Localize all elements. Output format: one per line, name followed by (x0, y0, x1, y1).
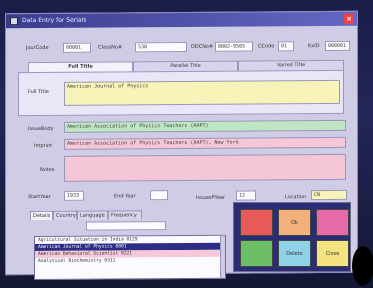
issues-per-year-field[interactable]: 12 (236, 190, 256, 201)
kx-id-label: KxID (308, 43, 320, 50)
action-button-panel: Ok Delete Close (233, 202, 351, 272)
tab-language[interactable]: Language (77, 210, 108, 220)
end-year-label: End Year (114, 193, 136, 200)
serials-list[interactable]: Agricultural Situation in India 0129 Ame… (34, 234, 226, 281)
full-title-label: Full Title (28, 88, 49, 96)
notes-label: Notes (40, 166, 55, 173)
start-year-field[interactable]: 1933 (64, 190, 84, 201)
delete-button[interactable]: Delete (278, 240, 311, 267)
issue-body-field[interactable]: American Association of Physics Teachers… (64, 119, 346, 133)
window-title: Data Entry for Serials (22, 16, 87, 25)
issues-per-year-label: IssuesPYear (196, 194, 226, 201)
full-title-field[interactable]: American Journal of Physics (64, 79, 340, 106)
kx-id-field[interactable]: 000001 (325, 40, 350, 51)
class-no-label: ClassNo# (98, 44, 123, 51)
app-icon (10, 17, 18, 26)
foreground-object (352, 246, 373, 286)
c-code-field[interactable]: 01 (278, 41, 294, 52)
journal-code-label: JourCode (26, 44, 49, 52)
screen-frame: Data Entry for Serials × JourCode 00001 … (0, 0, 373, 288)
end-year-field[interactable] (150, 190, 168, 201)
journal-code-field[interactable]: 00001 (63, 42, 91, 53)
tab-details[interactable]: Details (30, 210, 53, 221)
title-bar: Data Entry for Serials × (6, 11, 357, 29)
button-4[interactable] (240, 240, 273, 267)
list-scrollbar[interactable] (220, 235, 225, 278)
search-field[interactable] (86, 221, 166, 231)
issue-body-label: IssueBody (28, 125, 54, 133)
class-no-field[interactable]: 530 (135, 41, 187, 53)
imprint-field[interactable]: American Association of Physics Teachers… (64, 136, 346, 150)
tab-frequency[interactable]: Frequency (108, 210, 142, 220)
imprint-label: Imprint (34, 142, 53, 150)
start-year-label: StartYear (28, 193, 51, 201)
location-label: Location (285, 194, 307, 201)
list-item[interactable]: Analytical Biochemistry 0311 (35, 257, 225, 265)
c-code-label: CCode (258, 43, 275, 50)
close-icon[interactable]: × (344, 13, 354, 24)
location-field[interactable]: CN (311, 189, 347, 201)
ddc-no-field[interactable]: 0002-9505 (215, 41, 253, 52)
notes-field[interactable] (64, 153, 346, 182)
ok-button[interactable]: Ok (278, 209, 311, 236)
button-1[interactable] (240, 209, 273, 236)
tab-country[interactable]: Country (53, 210, 77, 220)
ddc-no-label: DDCNo# (191, 43, 214, 50)
button-3[interactable] (316, 209, 349, 236)
close-button[interactable]: Close (316, 240, 349, 267)
